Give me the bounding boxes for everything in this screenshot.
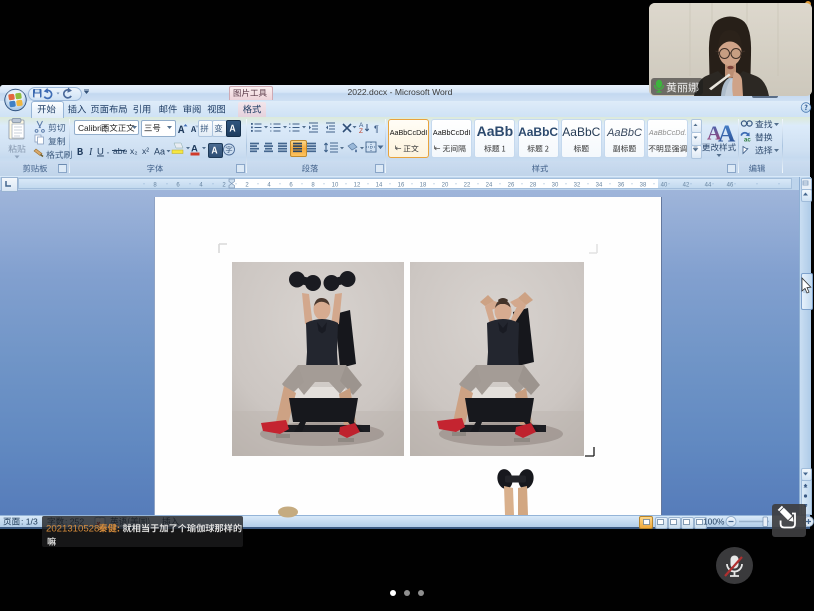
- svg-text:46: 46: [727, 183, 734, 189]
- svg-text:36: 36: [618, 183, 625, 189]
- svg-text:AaBbC: AaBbC: [518, 125, 558, 139]
- svg-text:AaBbCcDdI: AaBbCcDdI: [390, 128, 428, 137]
- svg-text:38: 38: [640, 183, 647, 189]
- svg-text:2: 2: [245, 183, 249, 189]
- svg-text:30: 30: [552, 183, 559, 189]
- svg-text:AaBbCcDdI: AaBbCcDdI: [433, 128, 471, 137]
- svg-text:40: 40: [661, 183, 668, 189]
- svg-text:12: 12: [354, 183, 361, 189]
- svg-text:Aa: Aa: [154, 147, 165, 157]
- svg-text:26: 26: [508, 183, 515, 189]
- svg-text:24: 24: [486, 183, 493, 189]
- svg-text:abe: abe: [113, 146, 127, 156]
- svg-text:28: 28: [530, 183, 537, 189]
- svg-text:: 1/3: : 1/3: [21, 517, 38, 527]
- svg-text:20: 20: [442, 183, 449, 189]
- svg-text:AaBb: AaBb: [477, 123, 514, 139]
- svg-text:8: 8: [153, 183, 157, 189]
- svg-text:¶: ¶: [374, 124, 379, 134]
- svg-text:16: 16: [398, 183, 405, 189]
- svg-text:42: 42: [683, 183, 690, 189]
- svg-text:100%: 100%: [703, 517, 725, 527]
- svg-text:14: 14: [376, 183, 383, 189]
- svg-text:Z: Z: [359, 128, 363, 135]
- svg-text:2: 2: [222, 183, 226, 189]
- svg-text:U: U: [97, 147, 104, 158]
- svg-text:8: 8: [311, 183, 315, 189]
- svg-text:I: I: [88, 147, 93, 158]
- svg-text:18: 18: [420, 183, 427, 189]
- svg-text:34: 34: [596, 183, 603, 189]
- svg-text:6: 6: [289, 183, 293, 189]
- svg-text:AaBbC: AaBbC: [606, 127, 642, 139]
- svg-text:44: 44: [705, 183, 712, 189]
- svg-text:4: 4: [199, 183, 203, 189]
- svg-text:22: 22: [464, 183, 471, 189]
- svg-text:32: 32: [574, 183, 581, 189]
- svg-text:x²: x²: [142, 146, 149, 156]
- svg-text:10: 10: [332, 183, 339, 189]
- svg-text:AaBbCcDd.: AaBbCcDd.: [648, 128, 687, 137]
- svg-text:6: 6: [176, 183, 180, 189]
- svg-text:4: 4: [267, 183, 271, 189]
- svg-text:x₂: x₂: [130, 146, 138, 156]
- svg-text:AaBbC: AaBbC: [562, 125, 600, 139]
- svg-text:ac: ac: [744, 138, 751, 144]
